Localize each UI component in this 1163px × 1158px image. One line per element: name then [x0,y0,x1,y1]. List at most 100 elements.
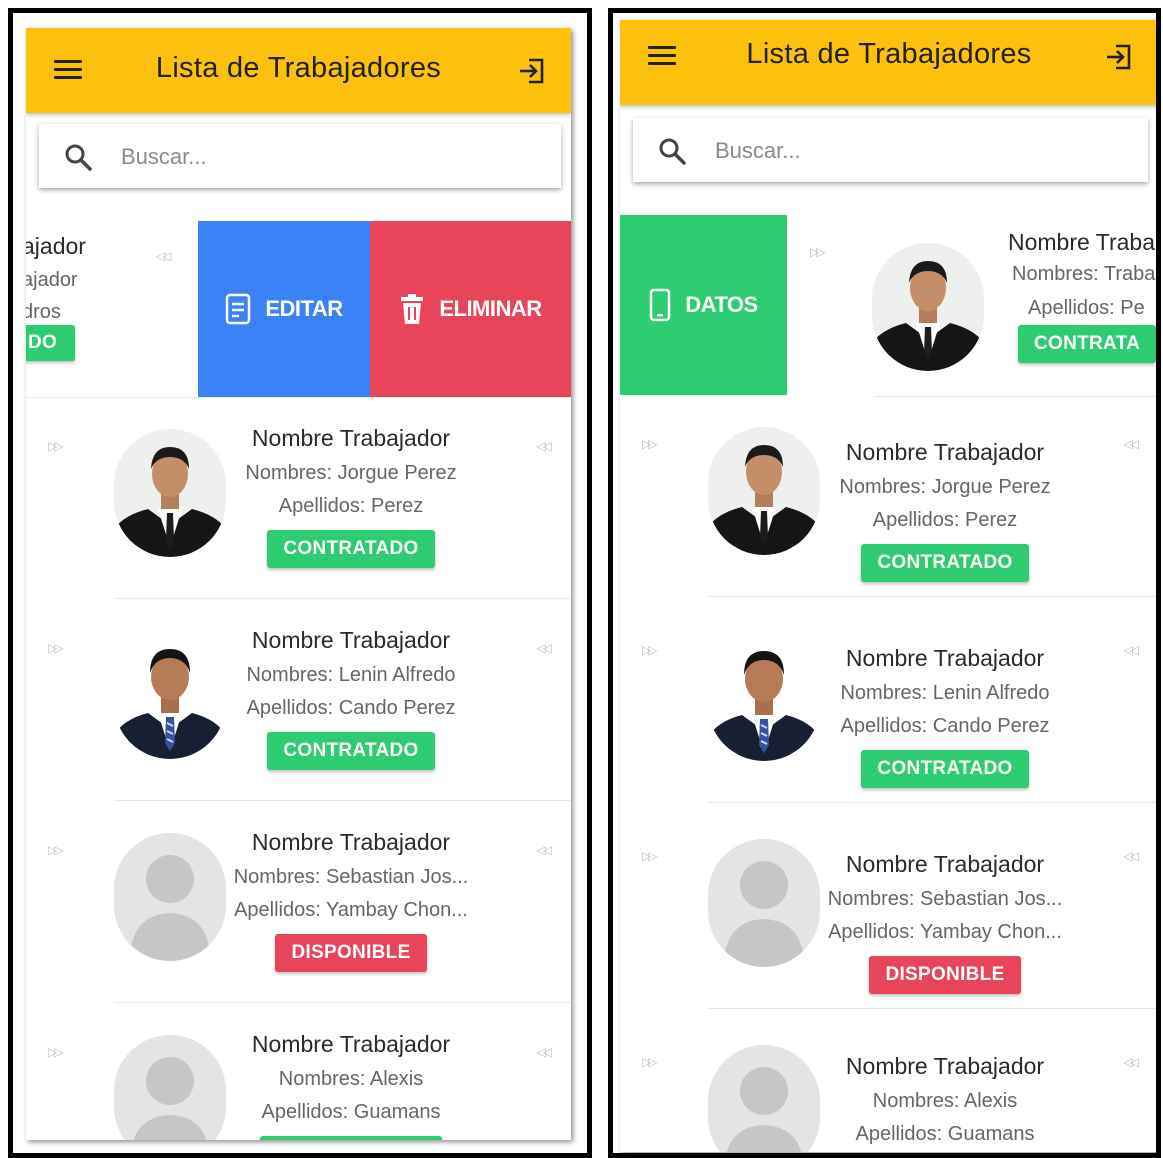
worker-nombres: Nombres: Alexis [278,1068,424,1090]
swipe-left-icon: ◁◁ [536,439,553,453]
list-item[interactable]: ▷▷ ◁◁ Nombre Trabajador Nombres: Jorgue … [26,399,571,599]
swipe-right-icon: ▷▷ [48,1045,64,1059]
status-badge [260,1136,442,1140]
page-title: Lista de Trabajadores [155,52,442,84]
swipe-left-icon: ◁◁ [536,843,553,857]
worker-nombres-partial: ajador [26,269,78,291]
search-bar [39,124,561,188]
list-item[interactable]: ▷▷ ◁◁ Nombre Trabajador Nombres: Alexis … [26,1005,571,1140]
row-divider [114,800,571,801]
edit-button-label: EDITAR [265,296,343,321]
swipe-left-icon: ◁◁ [536,641,553,655]
search-input[interactable] [119,136,463,178]
status-badge-partial: CONTRATA [1018,325,1156,363]
delete-button-label: ELIMINAR [439,296,542,321]
page-title: Lista de Trabajadores [746,38,1032,70]
worker-title: Nombre Trabajador [845,851,1045,877]
status-badge: DISPONIBLE [869,956,1021,994]
worker-apellidos: Apellidos: Yambay Chon... [828,921,1062,943]
swipe-left-icon: ◁◁ [536,1045,553,1059]
avatar [708,839,820,967]
row-divider [708,596,1156,597]
worker-info: Nombre Trabajador Nombres: Lenin Alfredo… [216,627,486,770]
datos-button-label: DATOS [685,292,758,317]
swipe-left-icon: ◁◁ [1123,849,1140,863]
row-divider [708,1008,1156,1009]
status-badge: CONTRATADO [861,750,1029,788]
worker-info: Nombre Trabajador Nombres: Alexis Apelli… [810,1053,1080,1152]
search-input[interactable] [713,130,1057,172]
worker-nombres: Nombres: Lenin Alfredo [246,664,456,686]
avatar [114,1035,226,1140]
worker-apellidos: Apellidos: Guamans [855,1123,1035,1145]
worker-info: Nombre Trabajador Nombres: Jorgue Perez … [810,439,1080,582]
worker-nombres-partial: Nombres: Traba [1012,263,1156,285]
worker-apellidos: Apellidos: Cando Perez [246,697,456,719]
status-badge: CONTRATADO [267,732,435,770]
phone-icon [649,288,671,322]
worker-title-partial: ajador [26,233,86,259]
worker-nombres: Nombres: Sebastian Jos... [233,866,469,888]
swipe-left-icon: ◁◁ [1123,437,1140,451]
row-divider [114,598,571,599]
worker-info: Nombre Trabajador Nombres: Alexis Apelli… [216,1031,486,1140]
worker-info: Nombre Trabajador Nombres: Lenin Alfredo… [810,645,1080,788]
right-screenshot-panel: Lista de Trabajadores DATOS ▷▷ Nombre Tr… [608,8,1161,1158]
logout-icon[interactable] [1104,42,1134,72]
worker-nombres: Nombres: Jorgue Perez [245,462,457,484]
app-header: Lista de Trabajadores [620,20,1156,105]
list-item[interactable]: ▷▷ ◁◁ Nombre Trabajador Nombres: Jorgue … [620,397,1156,597]
list-item-swiped[interactable]: DATOS ▷▷ Nombre Traba Nombres: Traba Ape… [620,215,1156,397]
status-badge: DISPONIBLE [275,934,427,972]
swipe-right-icon: ▷▷ [642,643,658,657]
list-item[interactable]: ▷▷ ◁◁ Nombre Trabajador Nombres: Sebasti… [26,803,571,1003]
worker-apellidos: Apellidos: Guamans [261,1101,441,1123]
datos-button[interactable]: DATOS [620,215,787,395]
worker-apellidos: Apellidos: Perez [278,495,424,517]
avatar [114,833,226,961]
worker-apellidos: Apellidos: Yambay Chon... [234,899,468,921]
avatar [708,1045,820,1152]
edit-button[interactable]: EDITAR [198,221,370,397]
list-item[interactable]: ▷▷ ◁◁ Nombre Trabajador Nombres: Lenin A… [26,601,571,801]
swipe-left-icon: ◁◁ [1123,1055,1140,1069]
app-header: Lista de Trabajadores [26,28,571,113]
swipe-right-icon: ▷▷ [48,439,64,453]
row-divider [708,802,1156,803]
worker-title: Nombre Trabajador [845,1053,1045,1079]
phone-screen-right: Lista de Trabajadores DATOS ▷▷ Nombre Tr… [620,20,1156,1152]
phone-screen-left: Lista de Trabajadores ajador ajador dros… [26,28,571,1140]
worker-nombres: Nombres: Alexis [872,1090,1018,1112]
list-item[interactable]: ▷▷ ◁◁ Nombre Trabajador Nombres: Alexis … [620,1015,1156,1152]
worker-nombres: Nombres: Sebastian Jos... [827,888,1063,910]
list-item-swiped[interactable]: ajador ajador dros DO ◁◁ EDITAR ELIMINAR [26,221,571,397]
avatar [708,633,820,761]
swipe-left-icon: ◁◁ [1123,643,1140,657]
swipe-left-icon: ◁◁ [156,249,172,263]
trash-icon [399,293,425,325]
swipe-right-icon: ▷▷ [810,245,826,259]
document-edit-icon [225,293,251,325]
worker-info: Nombre Trabajador Nombres: Sebastian Jos… [216,829,486,972]
avatar [708,427,820,555]
worker-title: Nombre Trabajador [251,627,451,653]
avatar [872,243,984,371]
worker-title: Nombre Trabajador [251,425,451,451]
list-item[interactable]: ▷▷ ◁◁ Nombre Trabajador Nombres: Sebasti… [620,809,1156,1009]
status-badge: CONTRATADO [861,544,1029,582]
list-item[interactable]: ▷▷ ◁◁ Nombre Trabajador Nombres: Lenin A… [620,603,1156,803]
worker-apellidos: Apellidos: Cando Perez [840,715,1050,737]
left-screenshot-panel: Lista de Trabajadores ajador ajador dros… [8,8,592,1158]
row-divider [26,397,571,398]
worker-title-partial: Nombre Traba [1008,229,1156,255]
worker-title: Nombre Trabajador [845,645,1045,671]
worker-title: Nombre Trabajador [251,1031,451,1057]
worker-info: Nombre Trabajador Nombres: Sebastian Jos… [810,851,1080,994]
swipe-right-icon: ▷▷ [642,437,658,451]
avatar [114,631,226,759]
delete-button[interactable]: ELIMINAR [370,221,571,397]
worker-apellidos-partial: dros [26,301,61,323]
search-icon [657,136,687,166]
logout-icon[interactable] [517,56,547,86]
worker-apellidos-partial: Apellidos: Pe [1028,297,1145,319]
